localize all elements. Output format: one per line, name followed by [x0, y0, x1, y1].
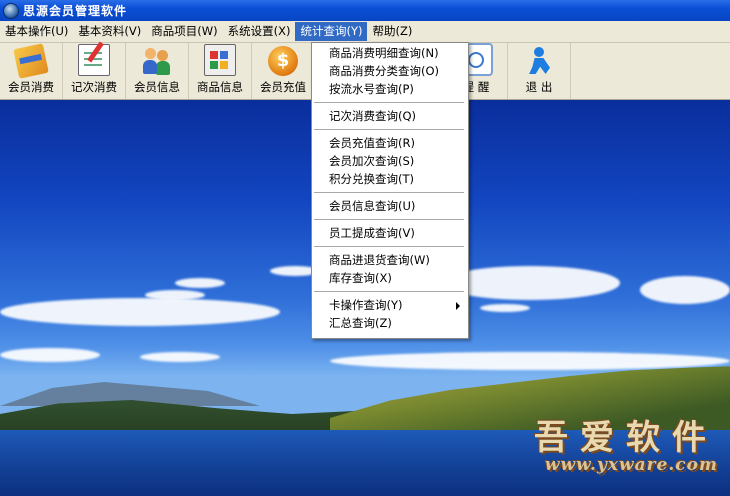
menu-item-goods-detail-query[interactable]: 商品消费明细查询(N): [312, 45, 468, 62]
menu-item-summary-query[interactable]: 汇总查询(Z): [312, 315, 468, 332]
menu-item-serial-query[interactable]: 按流水号查询(P): [312, 81, 468, 98]
menu-item-points-exchange-query[interactable]: 积分兑换查询(T): [312, 171, 468, 188]
menu-separator: [314, 129, 464, 130]
menu-item-staff-commission-query[interactable]: 员工提成查询(V): [312, 225, 468, 242]
notepad-icon: [78, 44, 110, 76]
menu-item-recharge-query[interactable]: 会员充值查询(R): [312, 135, 468, 152]
menu-separator: [314, 192, 464, 193]
menu-item-card-ops-query[interactable]: 卡操作查询(Y): [312, 297, 468, 314]
menu-item-goods-inout-query[interactable]: 商品进退货查询(W): [312, 252, 468, 269]
menu-basic-ops[interactable]: 基本操作(U): [0, 22, 73, 41]
card-icon: [13, 43, 49, 79]
coin-icon: $: [268, 46, 298, 76]
member-info-button[interactable]: 会员信息: [126, 43, 189, 99]
menu-help[interactable]: 帮助(Z): [367, 22, 417, 41]
goods-icon: [204, 44, 236, 76]
statistics-dropdown-menu: 商品消费明细查询(N) 商品消费分类查询(O) 按流水号查询(P) 记次消费查询…: [311, 42, 469, 339]
menu-item-count-consume-query[interactable]: 记次消费查询(Q): [312, 108, 468, 125]
menu-separator: [314, 291, 464, 292]
app-icon: [3, 2, 19, 19]
cloud: [640, 276, 730, 304]
menu-separator: [314, 102, 464, 103]
menu-goods[interactable]: 商品项目(W): [146, 22, 222, 41]
cloud: [175, 278, 225, 288]
member-consume-button[interactable]: 会员消费: [0, 43, 63, 99]
count-consume-button[interactable]: 记次消费: [63, 43, 126, 99]
menu-basic-data[interactable]: 基本资料(V): [73, 22, 146, 41]
cloud: [0, 348, 100, 362]
menu-item-member-info-query[interactable]: 会员信息查询(U): [312, 198, 468, 215]
member-recharge-button[interactable]: $ 会员充值: [252, 43, 315, 99]
submenu-arrow-icon: [456, 302, 460, 310]
exit-icon: [524, 46, 554, 76]
menu-settings[interactable]: 系统设置(X): [223, 22, 296, 41]
title-bar: 思源会员管理软件: [0, 0, 730, 21]
menu-statistics[interactable]: 统计查询(Y): [295, 22, 368, 41]
goods-info-button[interactable]: 商品信息: [189, 43, 252, 99]
people-icon: [142, 46, 172, 76]
window-title: 思源会员管理软件: [23, 4, 128, 18]
menu-separator: [314, 246, 464, 247]
menu-separator: [314, 219, 464, 220]
cloud: [330, 352, 730, 370]
menu-item-goods-category-query[interactable]: 商品消费分类查询(O): [312, 63, 468, 80]
cloud: [480, 304, 530, 312]
menu-item-add-count-query[interactable]: 会员加次查询(S): [312, 153, 468, 170]
watermark: 吾爱软件 www.yxware.com: [534, 418, 718, 475]
cloud: [140, 352, 220, 362]
menu-item-stock-query[interactable]: 库存查询(X): [312, 270, 468, 287]
menu-bar: 基本操作(U) 基本资料(V) 商品项目(W) 系统设置(X) 统计查询(Y) …: [0, 21, 730, 43]
exit-button[interactable]: 退 出: [508, 43, 571, 99]
cloud: [0, 298, 280, 326]
